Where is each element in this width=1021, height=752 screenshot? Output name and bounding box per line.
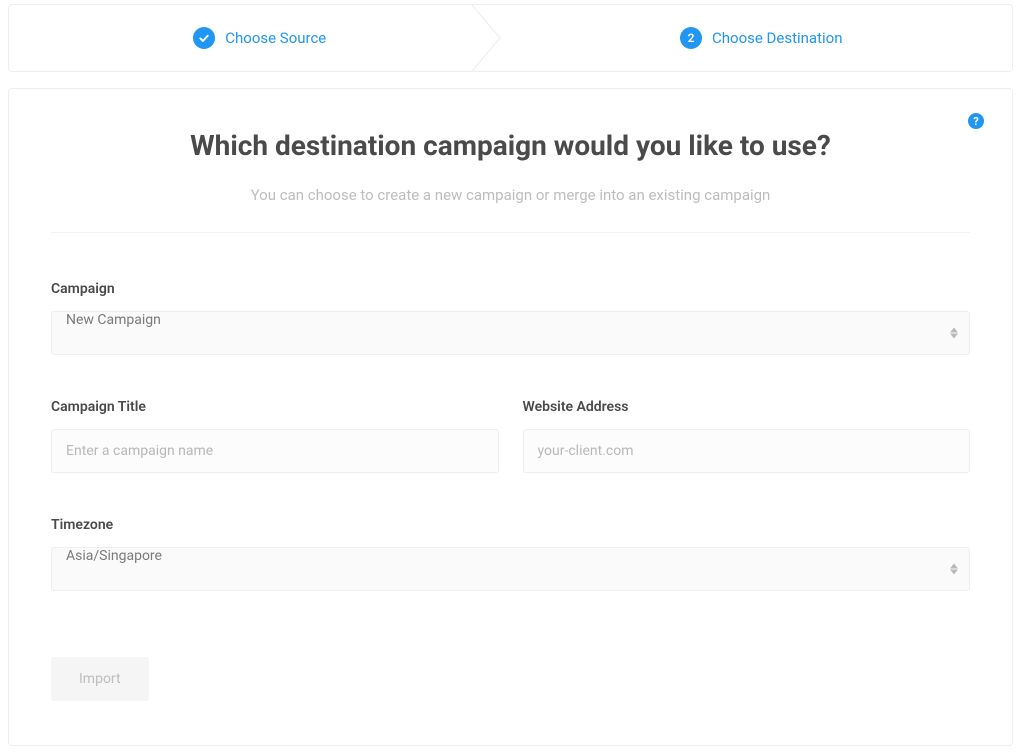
website-address-field: Website Address — [523, 399, 971, 473]
page-title: Which destination campaign would you lik… — [51, 129, 970, 162]
step-label: Choose Destination — [712, 29, 842, 47]
help-icon[interactable]: ? — [968, 113, 984, 129]
step-choose-destination[interactable]: 2 Choose Destination — [511, 5, 1013, 71]
campaign-select[interactable]: New Campaign — [51, 311, 970, 355]
campaign-title-label: Campaign Title — [51, 399, 499, 415]
campaign-title-input[interactable] — [51, 429, 499, 473]
timezone-select[interactable]: Asia/Singapore — [51, 547, 970, 591]
wizard-stepper: Choose Source 2 Choose Destination — [8, 4, 1013, 72]
divider — [51, 232, 970, 233]
check-icon — [193, 27, 215, 49]
campaign-title-field: Campaign Title — [51, 399, 499, 473]
timezone-field: Timezone Asia/Singapore — [51, 517, 970, 591]
campaign-field: Campaign New Campaign — [51, 281, 970, 355]
page-subtitle: You can choose to create a new campaign … — [51, 186, 970, 204]
step-choose-source[interactable]: Choose Source — [9, 5, 511, 71]
timezone-label: Timezone — [51, 517, 970, 533]
chevron-right-icon — [472, 5, 512, 71]
import-button[interactable]: Import — [51, 657, 149, 701]
website-address-label: Website Address — [523, 399, 971, 415]
step-label: Choose Source — [225, 29, 326, 47]
website-address-input[interactable] — [523, 429, 971, 473]
campaign-label: Campaign — [51, 281, 970, 297]
destination-panel: ? Which destination campaign would you l… — [8, 88, 1013, 746]
step-number-badge: 2 — [680, 27, 702, 49]
